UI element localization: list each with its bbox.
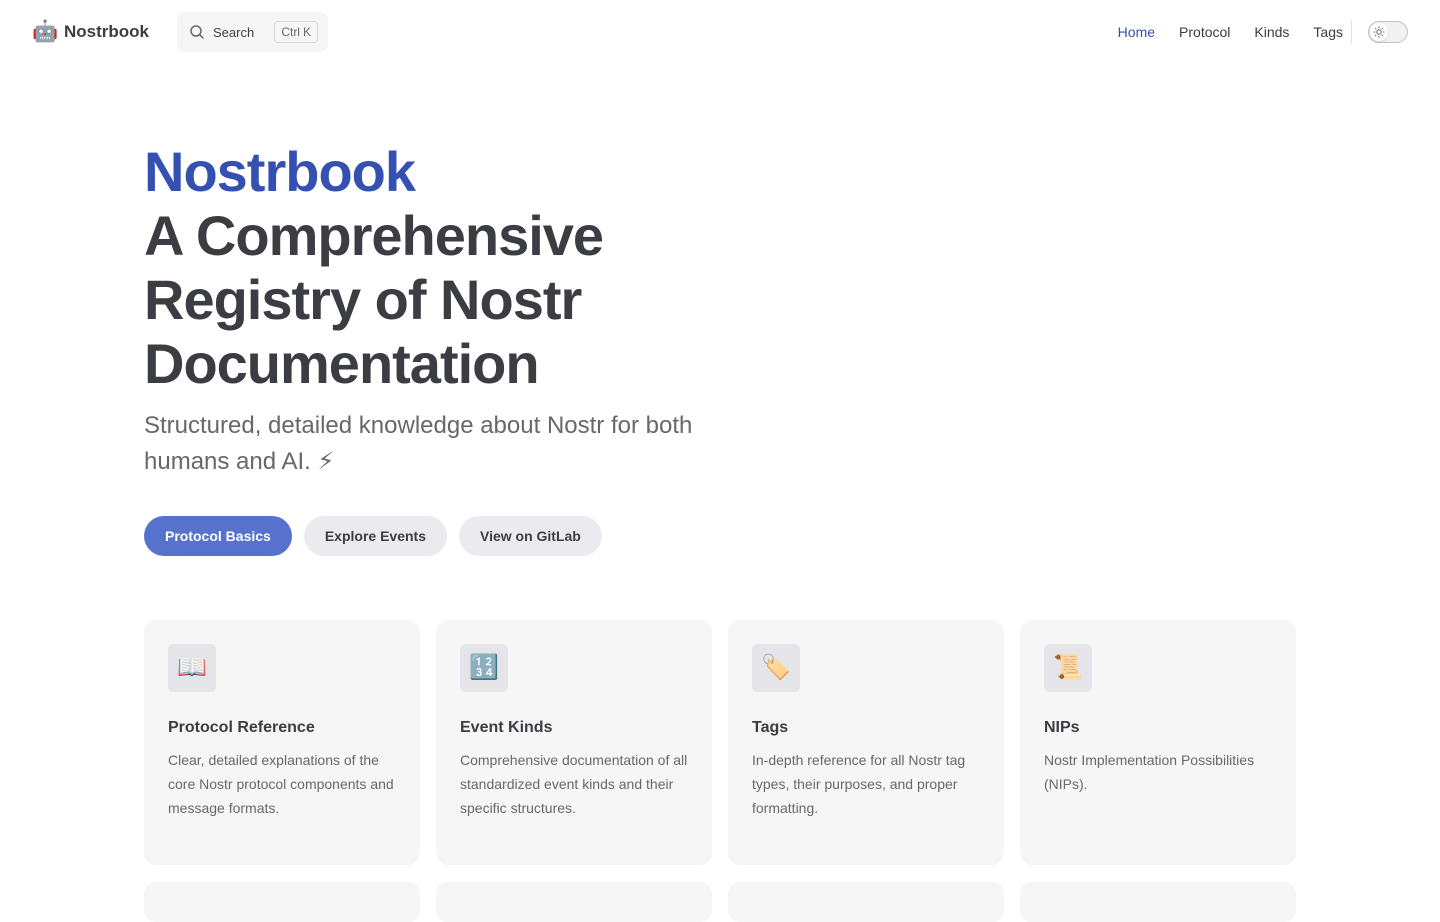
search-shortcut: Ctrl K: [274, 21, 318, 43]
shortcut-k: K: [302, 25, 311, 39]
hero-actions: Protocol Basics Explore Events View on G…: [144, 516, 614, 556]
feature-details: Nostr Implementation Possibilities (NIPs…: [1044, 752, 1255, 792]
feature-title: Event Kinds: [460, 719, 553, 736]
protocol-basics-button[interactable]: Protocol Basics: [144, 516, 292, 556]
scroll-icon: 📜: [1044, 644, 1092, 692]
feature-title: Tags: [752, 719, 789, 736]
nav-link-protocol[interactable]: Protocol: [1179, 20, 1230, 44]
feature-card[interactable]: [144, 882, 420, 922]
feature-title: NIPs: [1044, 719, 1080, 736]
numbers-icon: 🔢: [460, 644, 508, 692]
view-on-gitlab-button[interactable]: View on GitLab: [458, 516, 602, 556]
nav-link-kinds[interactable]: Kinds: [1254, 20, 1289, 44]
site-title: Nostrbook: [64, 22, 149, 41]
site-brand[interactable]: 🤖 Nostrbook: [32, 18, 149, 46]
nav-link-home[interactable]: Home: [1118, 20, 1155, 44]
hero-text: A Comprehensive Registry of Nostr Docume…: [144, 204, 604, 395]
hero-section: Nostrbook A Comprehensive Registry of No…: [144, 140, 784, 480]
feature-card[interactable]: [436, 882, 712, 922]
hero-name: Nostrbook: [144, 140, 416, 203]
theme-toggle[interactable]: [1368, 21, 1408, 43]
feature-details: In-depth reference for all Nostr tag typ…: [752, 752, 966, 816]
nav-link-tags[interactable]: Tags: [1313, 20, 1343, 44]
feature-details: Clear, detailed explanations of the core…: [168, 752, 394, 816]
search-label: Search: [213, 24, 255, 40]
shortcut-ctrl: Ctrl: [281, 25, 300, 39]
top-nav: 🤖 Nostrbook Search Ctrl K Home Protocol K…: [0, 0, 1440, 64]
feature-title: Protocol Reference: [168, 719, 315, 736]
feature-card[interactable]: [728, 882, 1004, 922]
feature-card[interactable]: [1020, 882, 1296, 922]
search-icon: [189, 24, 205, 40]
robot-logo-icon: 🤖: [32, 20, 59, 43]
search-button[interactable]: Search Ctrl K: [177, 12, 328, 52]
feature-card-tags[interactable]: 🏷️ Tags In-depth reference for all Nostr…: [728, 620, 1004, 865]
explore-events-button[interactable]: Explore Events: [303, 516, 447, 556]
book-icon: 📖: [168, 644, 216, 692]
sun-icon: [1370, 23, 1388, 41]
feature-card-event-kinds[interactable]: 🔢 Event Kinds Comprehensive documentatio…: [436, 620, 712, 865]
nav-menu: Home Protocol Kinds Tags: [1094, 20, 1343, 44]
hero-heading: Nostrbook A Comprehensive Registry of No…: [144, 140, 784, 396]
tag-icon: 🏷️: [752, 644, 800, 692]
feature-details: Comprehensive documentation of all stand…: [460, 752, 688, 816]
feature-card-protocol-reference[interactable]: 📖 Protocol Reference Clear, detailed exp…: [144, 620, 420, 865]
hero-tagline: Structured, detailed knowledge about Nos…: [144, 412, 693, 475]
nav-divider: [1351, 20, 1352, 44]
feature-card-nips[interactable]: 📜 NIPs Nostr Implementation Possibilitie…: [1020, 620, 1296, 865]
